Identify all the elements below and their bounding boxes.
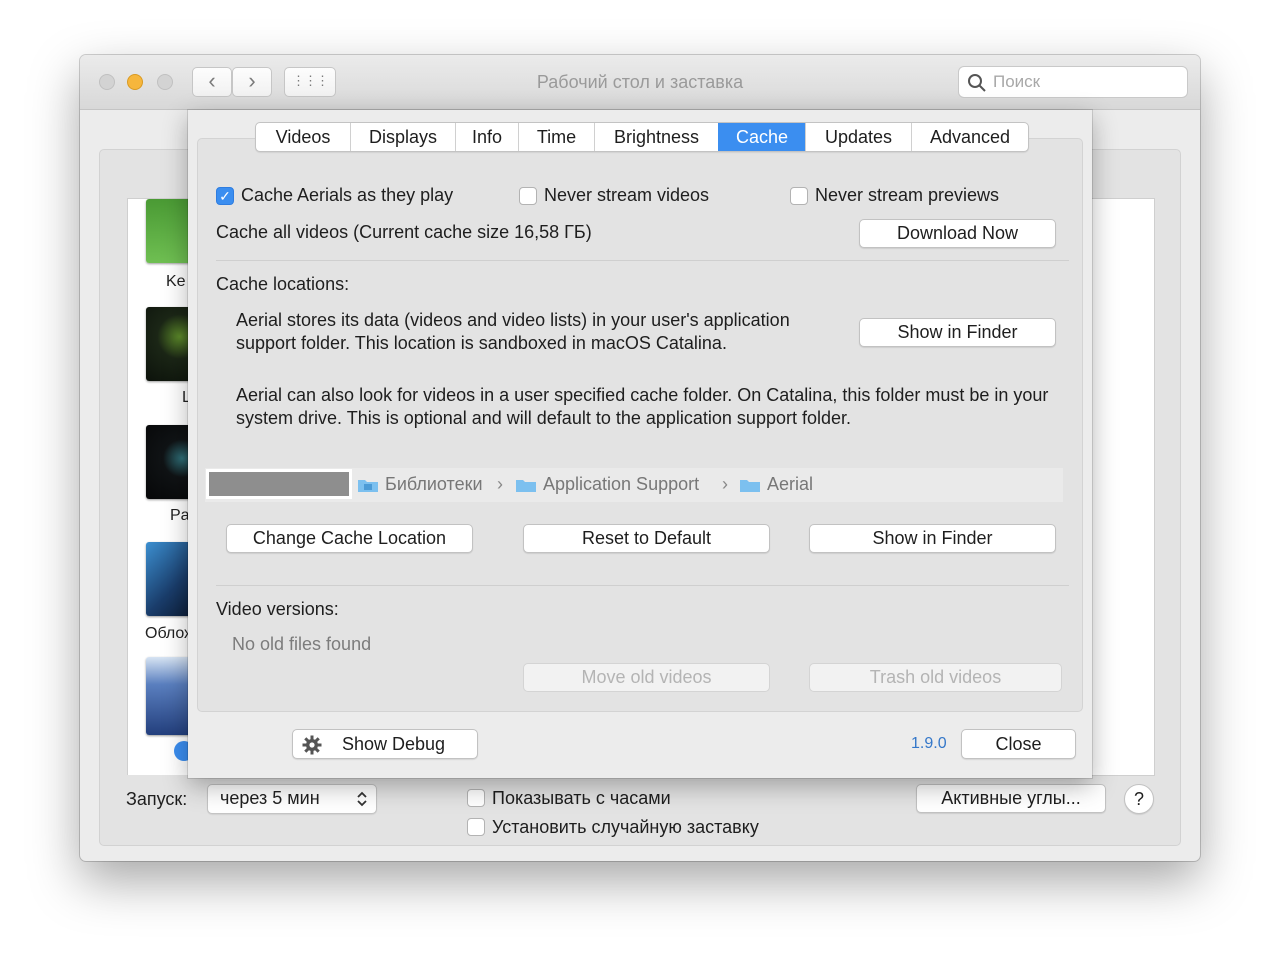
close-button[interactable]: Close bbox=[961, 729, 1076, 759]
custom-cache-description: Aerial can also look for videos in a use… bbox=[236, 385, 1049, 428]
cache-path-control[interactable]: Библиотеки › Application Support › Aeria… bbox=[205, 468, 1063, 502]
change-cache-location-button[interactable]: Change Cache Location bbox=[226, 524, 473, 553]
never-stream-previews-checkbox[interactable] bbox=[790, 187, 808, 205]
search-field[interactable] bbox=[958, 66, 1188, 98]
search-input[interactable] bbox=[991, 69, 1185, 95]
tab-cache[interactable]: Cache bbox=[718, 123, 805, 151]
show-debug-label: Show Debug bbox=[342, 734, 446, 754]
cache-as-play-label: Cache Aerials as they play bbox=[241, 185, 454, 205]
tab-advanced[interactable]: Advanced bbox=[911, 123, 1028, 151]
cache-all-videos-text: Cache all videos (Current cache size 16,… bbox=[216, 222, 592, 242]
reset-to-default-button[interactable]: Reset to Default bbox=[523, 524, 770, 553]
tab-time[interactable]: Time bbox=[518, 123, 594, 151]
separator bbox=[216, 585, 1069, 586]
library-folder-icon bbox=[358, 480, 378, 492]
show-with-clock-checkbox[interactable] bbox=[467, 789, 485, 807]
help-button[interactable]: ? bbox=[1124, 784, 1154, 814]
folder-icon bbox=[740, 480, 760, 492]
checkmark-icon: ✓ bbox=[219, 188, 231, 204]
old-files-status: No old files found bbox=[232, 634, 372, 654]
screensaver-preview bbox=[1092, 198, 1155, 776]
screensaver-thumb-1[interactable] bbox=[146, 199, 194, 263]
move-old-videos-button[interactable]: Move old videos bbox=[523, 663, 770, 692]
tab-bar: Videos Displays Info Time Brightness Cac… bbox=[255, 122, 1029, 152]
tab-videos[interactable]: Videos bbox=[256, 123, 350, 151]
never-stream-videos-label: Never stream videos bbox=[544, 185, 710, 205]
cache-locations-heading: Cache locations: bbox=[216, 274, 350, 294]
start-label: Запуск: bbox=[126, 789, 188, 809]
hot-corners-button[interactable]: Активные углы... bbox=[916, 784, 1106, 813]
screensaver-thumb-3[interactable] bbox=[146, 425, 194, 499]
path-segment-libraries[interactable]: Библиотеки bbox=[385, 474, 483, 495]
path-root-redacted bbox=[209, 472, 349, 496]
show-in-finder-button[interactable]: Show in Finder bbox=[859, 318, 1056, 347]
screensaver-thumb-4[interactable] bbox=[146, 542, 194, 616]
search-icon bbox=[968, 74, 986, 92]
tab-updates[interactable]: Updates bbox=[805, 123, 911, 151]
path-segment-aerial[interactable]: Aerial bbox=[767, 474, 813, 495]
show-debug-button[interactable]: Show Debug bbox=[292, 729, 478, 759]
gear-icon bbox=[302, 735, 322, 755]
folder-icon bbox=[516, 480, 536, 492]
trash-old-videos-button[interactable]: Trash old videos bbox=[809, 663, 1062, 692]
title-bar: ‹ › ⋮⋮⋮ Рабочий стол и заставка bbox=[80, 55, 1200, 110]
screensaver-thumb-2[interactable] bbox=[146, 307, 194, 381]
aerial-settings-sheet: Videos Displays Info Time Brightness Cac… bbox=[188, 110, 1092, 778]
random-saver-label: Установить случайную заставку bbox=[492, 817, 759, 837]
never-stream-previews-label: Never stream previews bbox=[815, 185, 1000, 205]
random-saver-checkbox[interactable] bbox=[467, 818, 485, 836]
tab-brightness[interactable]: Brightness bbox=[594, 123, 718, 151]
start-delay-popup[interactable]: через 5 мин bbox=[207, 784, 377, 814]
path-segment-application-support[interactable]: Application Support bbox=[543, 474, 699, 495]
path-separator: › bbox=[497, 474, 503, 494]
app-support-description: Aerial stores its data (videos and video… bbox=[236, 310, 790, 353]
separator bbox=[216, 260, 1069, 261]
show-in-finder-custom-button[interactable]: Show in Finder bbox=[809, 524, 1056, 553]
screensaver-thumb-5[interactable] bbox=[146, 657, 194, 735]
updown-chevron-icon bbox=[357, 791, 367, 807]
start-delay-value: через 5 мин bbox=[220, 788, 320, 808]
video-versions-heading: Video versions: bbox=[216, 599, 339, 619]
path-separator: › bbox=[722, 474, 728, 494]
never-stream-videos-checkbox[interactable] bbox=[519, 187, 537, 205]
cache-as-play-checkbox[interactable]: ✓ bbox=[216, 187, 234, 205]
show-with-clock-label: Показывать с часами bbox=[492, 788, 671, 808]
screensaver-label-4: Облож bbox=[145, 625, 194, 642]
tab-displays[interactable]: Displays bbox=[350, 123, 455, 151]
version-link[interactable]: 1.9.0 bbox=[911, 735, 947, 753]
tab-info[interactable]: Info bbox=[455, 123, 518, 151]
screensaver-list[interactable]: Ke L Pa Облож bbox=[127, 198, 194, 775]
download-now-button[interactable]: Download Now bbox=[859, 219, 1056, 248]
